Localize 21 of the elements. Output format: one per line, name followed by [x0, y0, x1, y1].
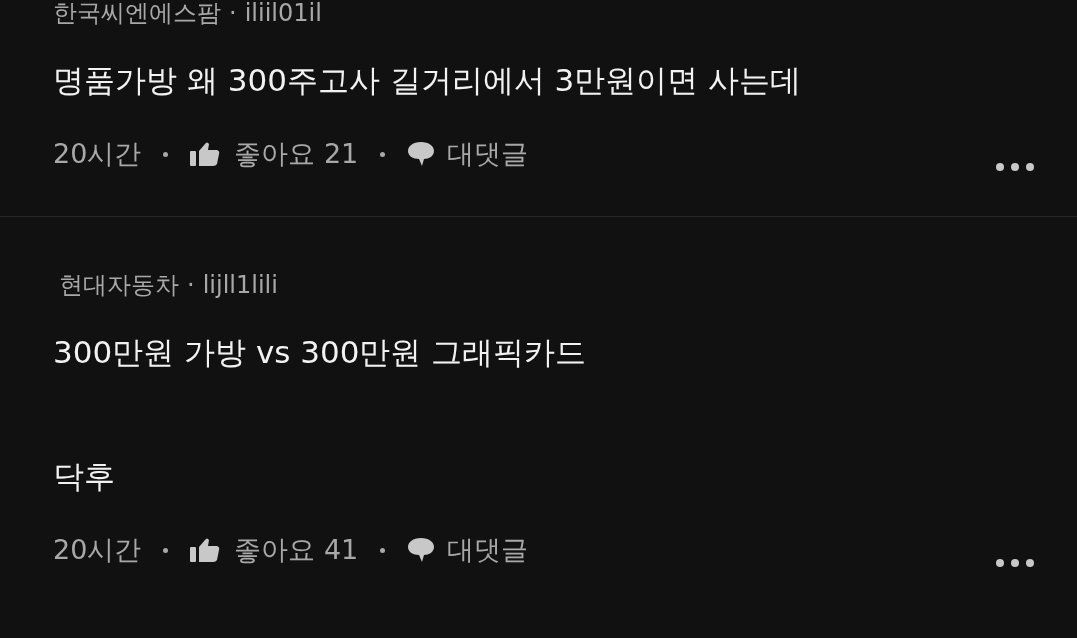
separator-dot: ·: [229, 0, 237, 28]
reply-button[interactable]: 대댓글: [407, 534, 529, 566]
comment-text: 닥후: [53, 458, 116, 494]
username[interactable]: iliil01il: [244, 0, 322, 28]
thumbs-up-icon: [190, 141, 221, 167]
comment-time: 20시간: [53, 534, 142, 566]
like-button[interactable]: 좋아요 21: [190, 138, 359, 170]
comment-time: 20시간: [53, 138, 142, 170]
more-options-icon[interactable]: [995, 162, 1035, 172]
separator-dot: ·: [187, 270, 195, 300]
company-name: 한국씨엔에스팜: [53, 0, 221, 28]
company-name: 현대자동차: [59, 270, 179, 300]
like-button[interactable]: 좋아요 41: [190, 534, 359, 566]
more-options-icon[interactable]: [995, 558, 1035, 568]
comment-text: 명품가방 왜 300주고사 길거리에서 3만원이면 사는데: [53, 62, 803, 98]
speech-bubble-icon: [407, 141, 436, 167]
reply-button[interactable]: 대댓글: [407, 138, 529, 170]
thumbs-up-icon: [190, 537, 221, 563]
username[interactable]: lijll1lili: [202, 270, 278, 300]
comment-text: 300만원 가방 vs 300만원 그래픽카드: [53, 334, 588, 370]
speech-bubble-icon: [407, 537, 436, 563]
